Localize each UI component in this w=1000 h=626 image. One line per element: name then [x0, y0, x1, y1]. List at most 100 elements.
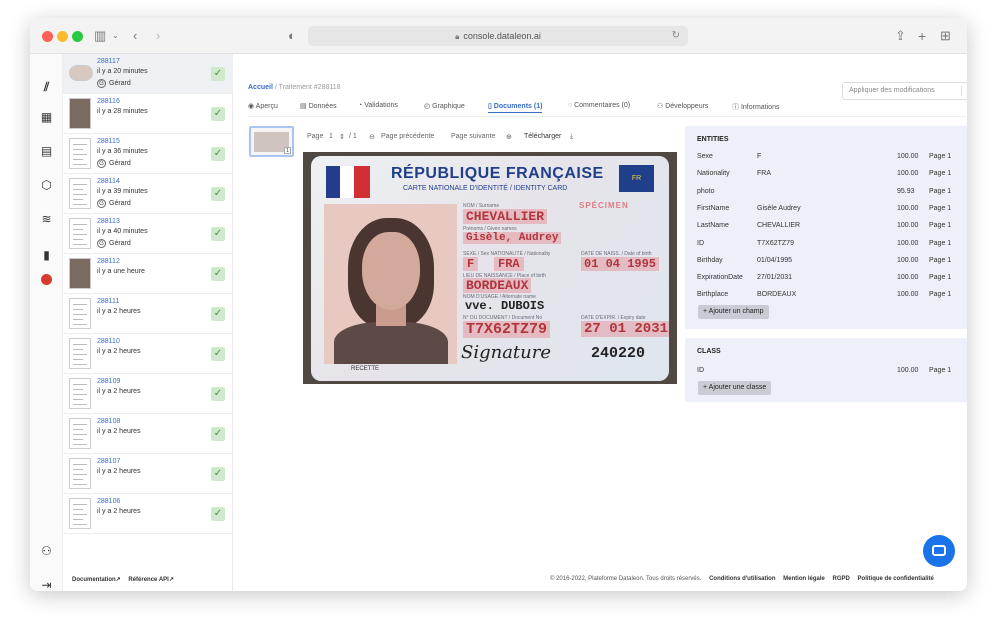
document-id[interactable]: 288109	[97, 378, 120, 385]
document-id[interactable]: 288114	[97, 178, 120, 185]
document-thumbnail	[69, 218, 91, 249]
expiry-highlight[interactable]: 27 01 2031	[581, 321, 669, 337]
archive-icon[interactable]: ▤	[39, 144, 54, 159]
add-field-button[interactable]: + Ajouter un champ	[698, 305, 769, 319]
sex-highlight[interactable]: F	[463, 257, 479, 271]
user-icon[interactable]: ⚇	[39, 544, 54, 559]
document-list-item[interactable]: 288114 il y a 39 minutes G Gérard ✓	[63, 174, 233, 214]
page-thumbnail[interactable]: 1	[249, 126, 294, 157]
new-tab-icon[interactable]: +	[918, 28, 926, 44]
legal-notice-link[interactable]: Mention légale	[783, 576, 825, 582]
entity-row[interactable]: LastName CHEVALLIER 100.00 Page 1	[697, 222, 967, 234]
chevron-down-icon[interactable]: ⌄	[112, 28, 119, 44]
document-id[interactable]: 288115	[97, 138, 120, 145]
layers-icon[interactable]: ≋	[39, 212, 54, 227]
entity-row[interactable]: ExpirationDate 27/01/2031 100.00 Page 1	[697, 274, 967, 286]
tab-label: Données	[308, 103, 337, 110]
api-reference-link[interactable]: Référence API	[128, 577, 168, 583]
entity-row[interactable]: Birthday 01/04/1995 100.00 Page 1	[697, 257, 967, 269]
document-list-item[interactable]: 288111 il y a 2 heures ✓	[63, 294, 233, 334]
reload-icon[interactable]: ↻	[672, 26, 680, 46]
document-list-item[interactable]: 288115 il y a 36 minutes G Gérard ✓	[63, 134, 233, 174]
given-names-highlight[interactable]: Gisèle, Audrey	[463, 232, 562, 244]
tab-5[interactable]: ▯ Documents (1)	[488, 102, 543, 113]
tab-1[interactable]: ◉ Aperçu	[248, 102, 278, 110]
minimize-window-button[interactable]	[57, 31, 68, 42]
share-icon[interactable]: ⇪	[895, 28, 906, 44]
shield-icon[interactable]: ◐	[288, 28, 296, 44]
tab-7[interactable]: ⚇ Développeurs	[657, 102, 708, 110]
logo-icon[interactable]: ⫽	[39, 80, 54, 95]
tab-4[interactable]: ◴ Graphique	[424, 102, 465, 110]
next-page-icon[interactable]: ⊕	[506, 133, 512, 141]
download-button[interactable]: Télécharger	[524, 133, 561, 140]
document-list-item[interactable]: 288117 il y a 20 minutes G Gérard ✓	[63, 54, 233, 94]
document-list-item[interactable]: 288113 il y a 40 minutes G Gérard ✓	[63, 214, 233, 254]
document-list-item[interactable]: 288109 il y a 2 heures ✓	[63, 374, 233, 414]
document-thumbnail	[69, 298, 91, 329]
document-list-item[interactable]: 288106 il y a 2 heures ✓	[63, 494, 233, 534]
document-id[interactable]: 288107	[97, 458, 120, 465]
entity-row[interactable]: FirstName Gisèle Audrey 100.00 Page 1	[697, 205, 967, 217]
next-page-button[interactable]: Page suivante	[451, 133, 495, 140]
address-bar[interactable]: 🔒︎ console.dataleon.ai ↻	[308, 26, 688, 46]
tab-3[interactable]: ◔ Validations	[358, 102, 398, 109]
document-id[interactable]: 288112	[97, 258, 120, 265]
tab-2[interactable]: ▤ Données	[300, 102, 337, 110]
logout-icon[interactable]: ⇥	[39, 578, 54, 591]
terms-link[interactable]: Conditions d'utilisation	[709, 576, 775, 582]
documentation-link[interactable]: Documentation	[72, 577, 116, 583]
sidebar-toggle-icon[interactable]: ▥	[94, 28, 106, 44]
entity-row[interactable]: Sexe F 100.00 Page 1	[697, 153, 967, 165]
apply-changes-button[interactable]: Appliquer des modifications ⌄	[842, 82, 967, 100]
stats-icon[interactable]: ▮	[39, 248, 54, 263]
download-icon[interactable]: ⤓	[570, 133, 573, 141]
entity-row[interactable]: ID 100.00 Page 1	[697, 367, 967, 379]
chevron-down-icon[interactable]: ⌄	[966, 83, 967, 99]
record-icon[interactable]	[39, 272, 54, 287]
document-timestamp: il y a 39 minutes	[97, 188, 148, 195]
document-id[interactable]: 288110	[97, 338, 120, 345]
back-icon[interactable]: ‹	[133, 28, 137, 44]
maximize-window-button[interactable]	[72, 31, 83, 42]
tab-overview-icon[interactable]: ⊞	[940, 28, 951, 44]
page-current-value[interactable]: 1	[329, 133, 333, 140]
document-list-item[interactable]: 288107 il y a 2 heures ✓	[63, 454, 233, 494]
entity-row[interactable]: photo 95.93 Page 1	[697, 188, 967, 200]
page-stepper-icon[interactable]: ⇕	[339, 133, 345, 141]
birth-date-highlight[interactable]: 01 04 1995	[581, 257, 660, 271]
document-list-item[interactable]: 288112 il y a une heure ✓	[63, 254, 233, 294]
dashboard-icon[interactable]: ▦	[39, 110, 54, 125]
prev-page-icon[interactable]: ⊖	[369, 133, 375, 141]
close-window-button[interactable]	[42, 31, 53, 42]
document-id[interactable]: 288113	[97, 218, 120, 225]
document-list-item[interactable]: 288116 il y a 28 minutes ✓	[63, 94, 233, 134]
tab-8[interactable]: ⓘ Informations	[732, 102, 779, 112]
document-id[interactable]: 288117	[97, 58, 120, 65]
prev-page-button[interactable]: Page précédente	[381, 133, 434, 140]
entity-row[interactable]: Birthplace BORDEAUX 100.00 Page 1	[697, 291, 967, 303]
cube-icon[interactable]: ⬡	[39, 178, 54, 193]
entity-page: Page 1	[929, 222, 952, 230]
document-list-item[interactable]: 288108 il y a 2 heures ✓	[63, 414, 233, 454]
rgpd-link[interactable]: RGPD	[833, 576, 850, 582]
birth-place-highlight[interactable]: BORDEAUX	[463, 278, 532, 293]
entity-row[interactable]: Nationality FRA 100.00 Page 1	[697, 170, 967, 182]
document-id[interactable]: 288111	[97, 298, 119, 305]
tab-6[interactable]: ◌ Commentaires (0)	[568, 102, 630, 109]
class-panel: CLASS ID 100.00 Page 1 + Ajouter une classe	[685, 338, 967, 402]
document-id[interactable]: 288108	[97, 418, 120, 425]
document-id[interactable]: 288106	[97, 498, 120, 505]
document-number-highlight[interactable]: T7X62TZ79	[463, 321, 551, 338]
add-class-button[interactable]: + Ajouter une classe	[698, 381, 772, 395]
surname-highlight[interactable]: CHEVALLIER	[463, 209, 548, 224]
entity-value: 27/01/2031	[757, 274, 793, 282]
chat-button[interactable]	[923, 535, 955, 567]
forward-icon[interactable]: ›	[156, 28, 160, 44]
entity-row[interactable]: ID T7X62TZ79 100.00 Page 1	[697, 240, 967, 252]
nationality-highlight[interactable]: FRA	[494, 257, 524, 271]
document-list-item[interactable]: 288110 il y a 2 heures ✓	[63, 334, 233, 374]
privacy-link[interactable]: Politique de confidentialité	[858, 576, 934, 582]
breadcrumb-home[interactable]: Accueil	[248, 84, 273, 91]
document-id[interactable]: 288116	[97, 98, 120, 105]
